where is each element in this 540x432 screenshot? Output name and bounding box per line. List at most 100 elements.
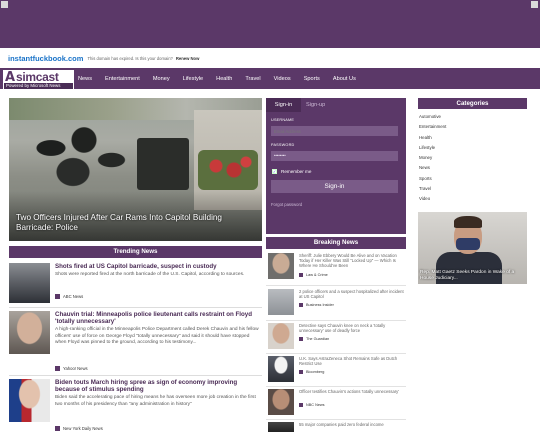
signin-button[interactable]: Sign-in bbox=[271, 180, 398, 193]
source-name: Business Insider bbox=[306, 303, 334, 307]
article-headline[interactable]: 2 police officers and a suspect hospital… bbox=[299, 289, 405, 299]
divider bbox=[266, 353, 406, 354]
article-source: New York Daily News bbox=[55, 426, 103, 431]
source-name: NBC News bbox=[306, 403, 325, 407]
main-nav: A simcast Powered by Microsoft News News… bbox=[0, 68, 540, 89]
article-thumbnail[interactable] bbox=[9, 379, 50, 422]
category-item[interactable]: Entertainment bbox=[418, 122, 527, 132]
tab-signin[interactable]: Sign-in bbox=[266, 98, 301, 112]
nav-item-news[interactable]: News bbox=[78, 76, 92, 82]
article-thumbnail[interactable] bbox=[268, 389, 294, 415]
renew-link[interactable]: Renew Now bbox=[176, 56, 200, 61]
nav-item-videos[interactable]: Videos bbox=[274, 76, 291, 82]
list-item[interactable]: 55 major companies paid zero federal inc… bbox=[266, 422, 406, 432]
article-summary: Biden said the accelerating pace of hiri… bbox=[55, 395, 256, 407]
side-story-caption[interactable]: Rep. Matt Gaetz Seeks Pardon in Wake of … bbox=[420, 270, 524, 282]
article-thumbnail[interactable] bbox=[268, 253, 294, 279]
source-name: Bloomberg bbox=[306, 370, 325, 374]
nav-item-health[interactable]: Health bbox=[216, 76, 232, 82]
source-name: Law & Crime bbox=[306, 273, 328, 277]
article-thumbnail[interactable] bbox=[9, 263, 50, 303]
category-item[interactable]: Video bbox=[418, 194, 527, 204]
article-source: The Guardian bbox=[299, 337, 329, 341]
source-name: Yahoo! News bbox=[63, 366, 88, 371]
source-logo-icon bbox=[299, 370, 303, 374]
nav-item-entertainment[interactable]: Entertainment bbox=[105, 76, 140, 82]
article-source: Bloomberg bbox=[299, 370, 324, 374]
site-logo[interactable]: A simcast Powered by Microsoft News bbox=[3, 70, 74, 89]
list-item[interactable]: 2 police officers and a suspect hospital… bbox=[266, 289, 406, 319]
article-headline[interactable]: Officer testifies Chauvin's actions 'tot… bbox=[299, 389, 405, 394]
divider bbox=[266, 386, 406, 387]
list-item[interactable]: Officer testifies Chauvin's actions 'tot… bbox=[266, 389, 406, 419]
forgot-password-link[interactable]: Forgot password bbox=[271, 202, 302, 207]
categories-panel: Categories Automotive Entertainment Heal… bbox=[418, 98, 527, 204]
nav-items: News Entertainment Money Lifestyle Healt… bbox=[78, 68, 369, 89]
category-item[interactable]: News bbox=[418, 163, 527, 173]
article-thumbnail[interactable] bbox=[268, 323, 294, 349]
source-logo-icon bbox=[55, 294, 60, 299]
source-name: New York Daily News bbox=[63, 426, 103, 431]
article-source: Yahoo! News bbox=[55, 366, 88, 371]
nav-item-money[interactable]: Money bbox=[153, 76, 170, 82]
article-title[interactable]: Shots fired at US Capitol barricade, sus… bbox=[55, 263, 260, 270]
category-item[interactable]: Lifestyle bbox=[418, 143, 527, 153]
source-logo-icon bbox=[55, 366, 60, 371]
category-item[interactable]: Money bbox=[418, 153, 527, 163]
list-item[interactable]: Chauvin trial: Minneapolis police lieute… bbox=[9, 311, 262, 373]
hero-caption[interactable]: Two Officers Injured After Car Rams Into… bbox=[16, 213, 246, 233]
nav-item-about-us[interactable]: About Us bbox=[333, 76, 356, 82]
nav-item-travel[interactable]: Travel bbox=[245, 76, 260, 82]
side-story-hair bbox=[454, 216, 482, 228]
logo-subtitle: Powered by Microsoft News bbox=[4, 83, 73, 89]
divider bbox=[266, 419, 406, 420]
breaking-title: Breaking News bbox=[266, 237, 406, 249]
article-thumbnail[interactable] bbox=[268, 356, 294, 382]
article-source: NBC News bbox=[299, 403, 325, 407]
source-logo-icon bbox=[299, 403, 303, 407]
article-headline[interactable]: U.K. Says AstraZeneca Shot Remains Safe … bbox=[299, 356, 405, 366]
list-item[interactable]: Biden touts March hiring spree as sign o… bbox=[9, 379, 262, 432]
broken-image-icon bbox=[531, 1, 538, 8]
source-name: The Guardian bbox=[306, 337, 330, 341]
article-thumbnail[interactable] bbox=[268, 422, 294, 432]
source-logo-icon bbox=[299, 273, 303, 277]
article-headline[interactable]: 55 major companies paid zero federal inc… bbox=[299, 422, 405, 427]
article-thumbnail[interactable] bbox=[268, 289, 294, 315]
category-item[interactable]: Automotive bbox=[418, 112, 527, 122]
category-item[interactable]: Travel bbox=[418, 184, 527, 194]
password-label: PASSWORD bbox=[271, 143, 295, 147]
domain-name[interactable]: instantfuckbook.com bbox=[8, 54, 83, 63]
remember-checkbox[interactable]: ✓ bbox=[272, 169, 277, 174]
username-input[interactable] bbox=[271, 126, 398, 136]
list-item[interactable]: Sheriff: Julie Ebbery Would Be Alive and… bbox=[266, 253, 406, 283]
article-title[interactable]: Biden touts March hiring spree as sign o… bbox=[55, 379, 260, 394]
article-headline[interactable]: Sheriff: Julie Ebbery Would Be Alive and… bbox=[299, 253, 405, 269]
list-item[interactable]: U.K. Says AstraZeneca Shot Remains Safe … bbox=[266, 356, 406, 386]
tab-signup[interactable]: Sign-up bbox=[306, 98, 325, 112]
hero-image[interactable]: Two Officers Injured After Car Rams Into… bbox=[9, 98, 262, 241]
password-input[interactable]: •••••••• bbox=[271, 151, 398, 161]
side-story-image[interactable]: Rep. Matt Gaetz Seeks Pardon in Wake of … bbox=[418, 212, 527, 284]
divider bbox=[266, 285, 406, 286]
category-item[interactable]: Health bbox=[418, 133, 527, 143]
article-headline[interactable]: Detective says Chauvin knee on neck a 't… bbox=[299, 323, 405, 333]
remember-me[interactable]: ✓ Remember me bbox=[272, 169, 311, 174]
article-title[interactable]: Chauvin trial: Minneapolis police lieute… bbox=[55, 311, 260, 326]
trending-title: Trending News bbox=[9, 246, 262, 258]
article-source: Law & Crime bbox=[299, 273, 328, 277]
article-thumbnail[interactable] bbox=[9, 311, 50, 354]
categories-title: Categories bbox=[418, 98, 527, 109]
list-item[interactable]: Detective says Chauvin knee on neck a 't… bbox=[266, 323, 406, 353]
categories-list: Automotive Entertainment Health Lifestyl… bbox=[418, 112, 527, 205]
source-logo-icon bbox=[55, 426, 60, 431]
divider bbox=[9, 375, 262, 376]
divider bbox=[266, 320, 406, 321]
nav-item-sports[interactable]: Sports bbox=[304, 76, 320, 82]
list-item[interactable]: Shots fired at US Capitol barricade, sus… bbox=[9, 263, 262, 305]
logo-text: simcast bbox=[16, 70, 59, 84]
category-item[interactable]: Sports bbox=[418, 174, 527, 184]
nav-item-lifestyle[interactable]: Lifestyle bbox=[183, 76, 204, 82]
article-source: ABC News bbox=[55, 294, 83, 299]
article-summary: Shots were reported fired at the north b… bbox=[55, 272, 245, 277]
